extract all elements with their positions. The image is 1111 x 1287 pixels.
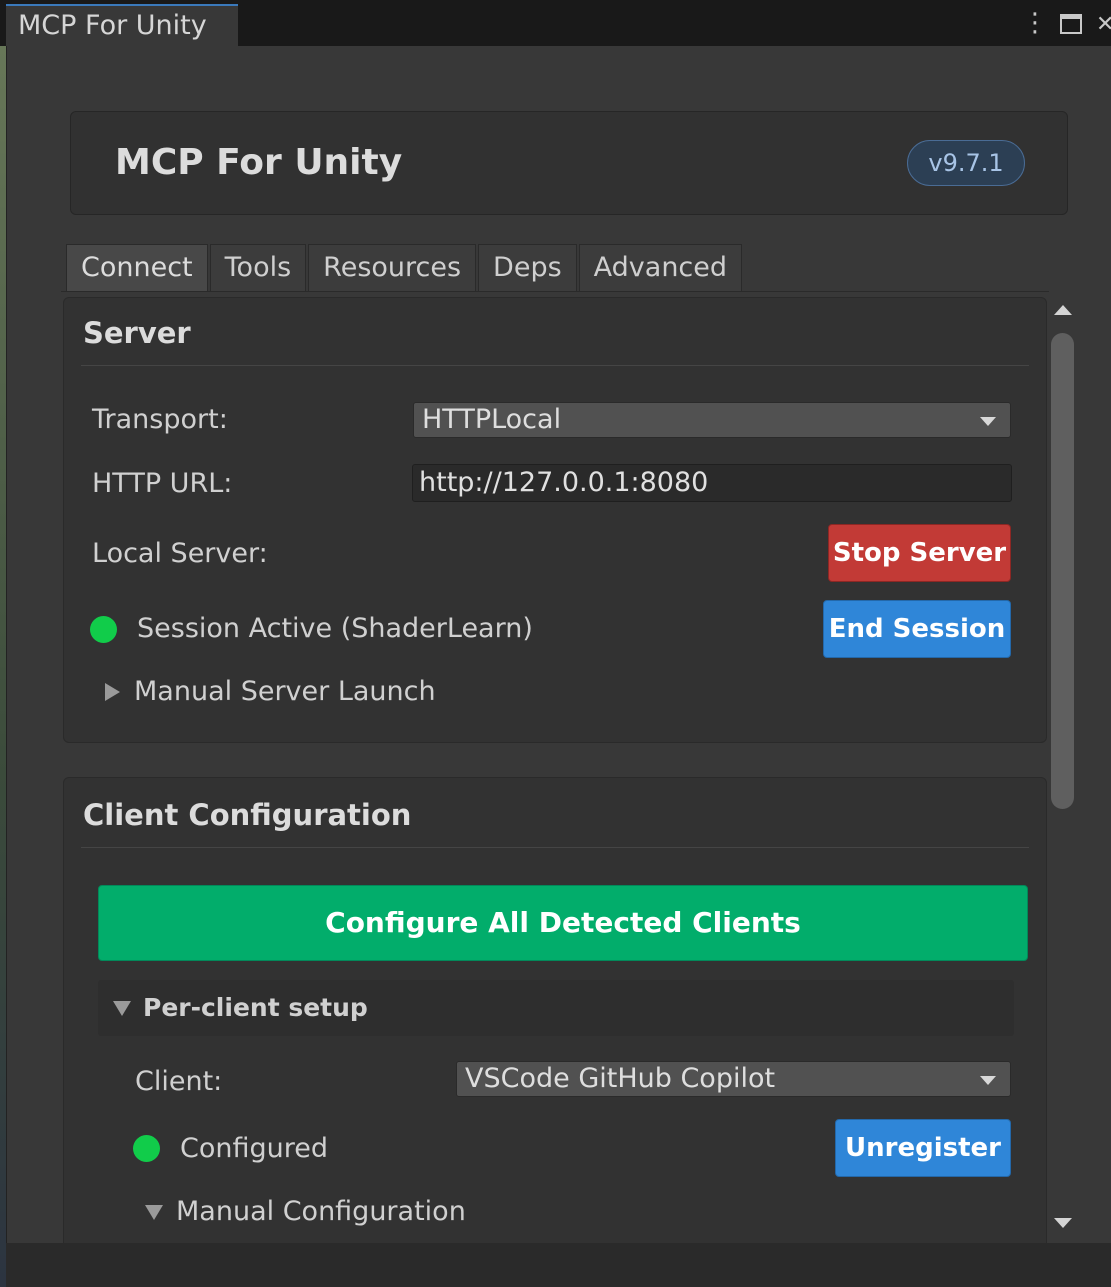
session-status-indicator [90, 616, 117, 643]
tab-tools[interactable]: Tools [209, 244, 307, 291]
version-badge: v9.7.1 [907, 140, 1025, 186]
configure-all-clients-button[interactable]: Configure All Detected Clients [98, 885, 1028, 961]
foldout-expanded-icon [113, 1001, 131, 1016]
window-tab-title[interactable]: MCP For Unity [6, 4, 238, 46]
per-client-setup-label: Per-client setup [143, 993, 368, 1022]
client-config-title: Client Configuration [83, 798, 412, 832]
tab-connect[interactable]: Connect [66, 244, 208, 291]
stop-server-button[interactable]: Stop Server [828, 524, 1011, 582]
client-status-text: Configured [180, 1133, 328, 1164]
maximize-icon[interactable] [1060, 14, 1082, 34]
window-bottom-edge [6, 1243, 1111, 1287]
manual-server-launch-foldout[interactable]: Manual Server Launch [134, 676, 436, 707]
chevron-down-icon [980, 417, 996, 426]
local-server-label: Local Server: [92, 538, 268, 569]
editor-window: MCP For Unity ⋮ ✕ MCP For Unity v9.7.1 C… [0, 0, 1111, 1287]
per-client-foldout-header[interactable]: Per-client setup [98, 980, 1014, 1036]
transport-label: Transport: [92, 404, 228, 435]
client-dropdown[interactable]: VSCode GitHub Copilot [456, 1061, 1011, 1097]
http-url-label: HTTP URL: [92, 468, 233, 499]
server-section-title: Server [83, 316, 191, 350]
header-card: MCP For Unity v9.7.1 [70, 111, 1068, 215]
tab-resources[interactable]: Resources [308, 244, 477, 291]
session-status-text: Session Active (ShaderLearn) [137, 613, 533, 644]
transport-value: HTTPLocal [422, 404, 562, 435]
connect-panel: Server Transport: HTTPLocal HTTP URL: ht… [61, 291, 1049, 1287]
client-value: VSCode GitHub Copilot [465, 1063, 776, 1094]
server-card: Server Transport: HTTPLocal HTTP URL: ht… [63, 297, 1047, 743]
http-url-field[interactable]: http://127.0.0.1:8080 [412, 464, 1012, 502]
scroll-down-arrow-icon[interactable] [1054, 1218, 1072, 1228]
window-titlebar: MCP For Unity ⋮ ✕ [0, 0, 1111, 46]
close-icon[interactable]: ✕ [1096, 10, 1111, 40]
client-label: Client: [135, 1066, 223, 1097]
divider [81, 847, 1029, 848]
tab-bar: Connect Tools Resources Deps Advanced [66, 244, 744, 291]
manual-configuration-foldout[interactable]: Manual Configuration [176, 1196, 466, 1227]
end-session-button[interactable]: End Session [823, 600, 1011, 658]
unregister-button[interactable]: Unregister [835, 1119, 1011, 1177]
client-config-card: Client Configuration Configure All Detec… [63, 777, 1047, 1287]
tab-advanced[interactable]: Advanced [578, 244, 743, 291]
page-title: MCP For Unity [115, 142, 403, 183]
divider [81, 365, 1029, 366]
tab-deps[interactable]: Deps [478, 244, 577, 291]
window-content: MCP For Unity v9.7.1 Connect Tools Resou… [6, 46, 1111, 1287]
foldout-expanded-icon[interactable] [145, 1205, 163, 1220]
scrollbar-thumb[interactable] [1051, 333, 1074, 809]
chevron-down-icon [980, 1076, 996, 1085]
scroll-up-arrow-icon[interactable] [1054, 305, 1072, 315]
foldout-collapsed-icon[interactable] [105, 683, 120, 701]
client-status-indicator [133, 1135, 160, 1162]
kebab-menu-icon[interactable]: ⋮ [1022, 8, 1048, 38]
transport-dropdown[interactable]: HTTPLocal [413, 402, 1011, 438]
